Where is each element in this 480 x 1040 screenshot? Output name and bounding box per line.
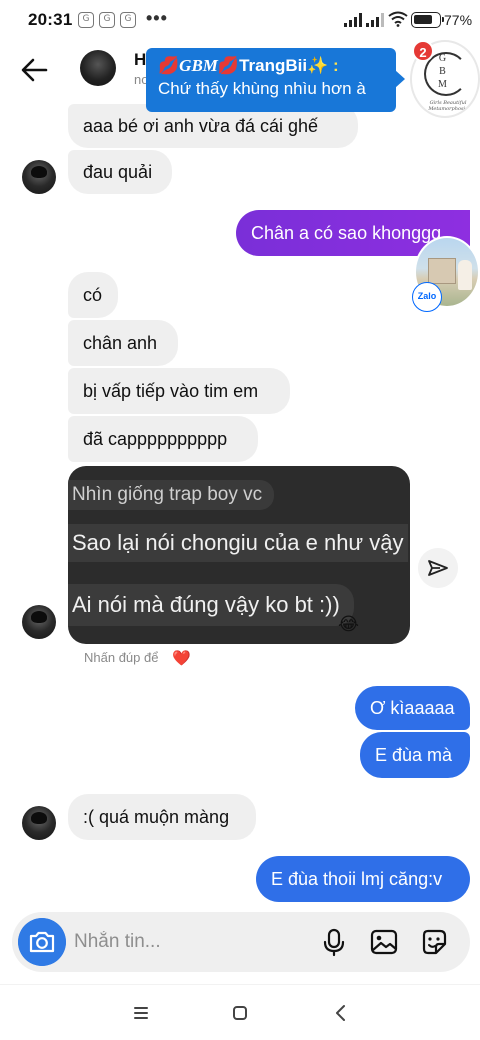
message-bubble-incoming[interactable]: chân anh bbox=[68, 320, 178, 366]
sender-gbm: GBM bbox=[179, 56, 218, 75]
camera-icon[interactable] bbox=[18, 918, 66, 966]
sender-name: TrangBii bbox=[239, 56, 308, 75]
screenshot-text-line: Ai nói mà đúng vậy ko bt :)) bbox=[68, 584, 354, 626]
microphone-icon[interactable] bbox=[318, 926, 350, 958]
message-bubble-outgoing[interactable]: E đùa mà bbox=[360, 732, 470, 778]
signal-strength-icon bbox=[366, 13, 384, 27]
screenshot-text-line: Sao lại nói chongiu của e như vậy bbox=[68, 524, 408, 562]
chathead-photo bbox=[428, 258, 456, 284]
laughing-emoji: 😂 bbox=[338, 614, 360, 634]
sparkle-emoji: ✨ : bbox=[307, 56, 339, 75]
message-bubble-incoming[interactable]: bị vấp tiếp vào tim em bbox=[68, 368, 290, 414]
message-bubble-incoming[interactable]: có bbox=[68, 272, 118, 318]
notification-message: Chứ thấy khùng nhìu hơn à bbox=[158, 79, 366, 98]
unread-count-badge: 2 bbox=[412, 40, 434, 62]
notification-bubble[interactable]: 💋GBM💋TrangBii✨ : Chứ thấy khùng nhìu hơn… bbox=[146, 48, 405, 112]
image-message[interactable]: Nhìn giống trap boy vc Sao lại nói chong… bbox=[68, 466, 410, 644]
contact-avatar[interactable] bbox=[22, 160, 56, 194]
message-bubble-incoming[interactable]: :( quá muộn màng bbox=[68, 794, 256, 840]
contact-avatar[interactable] bbox=[80, 50, 116, 86]
zalo-icon: Zalo bbox=[412, 282, 442, 312]
battery-percent: 77% bbox=[444, 12, 473, 28]
message-composer bbox=[12, 912, 470, 972]
message-input[interactable] bbox=[74, 922, 314, 962]
double-tap-hint: Nhấn đúp để bbox=[84, 650, 159, 665]
message-bubble-outgoing[interactable]: E đùa thoii lmj căng:v bbox=[256, 856, 470, 902]
gallery-icon[interactable] bbox=[368, 926, 400, 958]
notification-app-icon: G bbox=[99, 12, 115, 28]
battery-icon bbox=[411, 12, 444, 28]
more-notifications-icon: ••• bbox=[146, 8, 168, 28]
logo-caption: Girls Beautiful Metamorphosis bbox=[428, 100, 468, 112]
system-navigation-bar bbox=[0, 984, 480, 1040]
wifi-icon bbox=[388, 11, 408, 27]
lips-emoji: 💋 bbox=[217, 56, 240, 75]
contact-avatar[interactable] bbox=[22, 806, 56, 840]
lips-emoji: 💋 bbox=[158, 56, 180, 75]
battery-level-fill bbox=[414, 15, 432, 24]
send-icon[interactable] bbox=[418, 548, 458, 588]
message-bubble-incoming[interactable]: đau quải bbox=[68, 150, 172, 194]
gbm-logo: G B M bbox=[438, 53, 447, 90]
sticker-icon[interactable] bbox=[418, 926, 450, 958]
notification-app-icon: G bbox=[78, 12, 94, 28]
message-bubble-outgoing[interactable]: Ơ kìaaaaa bbox=[355, 686, 470, 730]
back-arrow-icon[interactable] bbox=[16, 52, 52, 88]
home-square-icon[interactable] bbox=[225, 999, 255, 1027]
message-bubble-incoming[interactable]: đã capppppppppp bbox=[68, 416, 258, 462]
contact-name[interactable]: H bbox=[134, 50, 146, 70]
contact-avatar[interactable] bbox=[22, 605, 56, 639]
heart-icon: ❤️ bbox=[172, 650, 191, 667]
notification-app-icon: G bbox=[120, 12, 136, 28]
screenshot-text-line: Nhìn giống trap boy vc bbox=[68, 480, 275, 510]
signal-strength-icon bbox=[344, 13, 362, 27]
menu-icon[interactable] bbox=[126, 999, 156, 1027]
status-bar: 20:31 G G G ••• 77% bbox=[0, 0, 480, 40]
notification-sender: 💋GBM💋TrangBii✨ : bbox=[158, 56, 384, 76]
status-time: 20:31 bbox=[28, 10, 73, 29]
back-chevron-icon[interactable] bbox=[326, 999, 356, 1027]
